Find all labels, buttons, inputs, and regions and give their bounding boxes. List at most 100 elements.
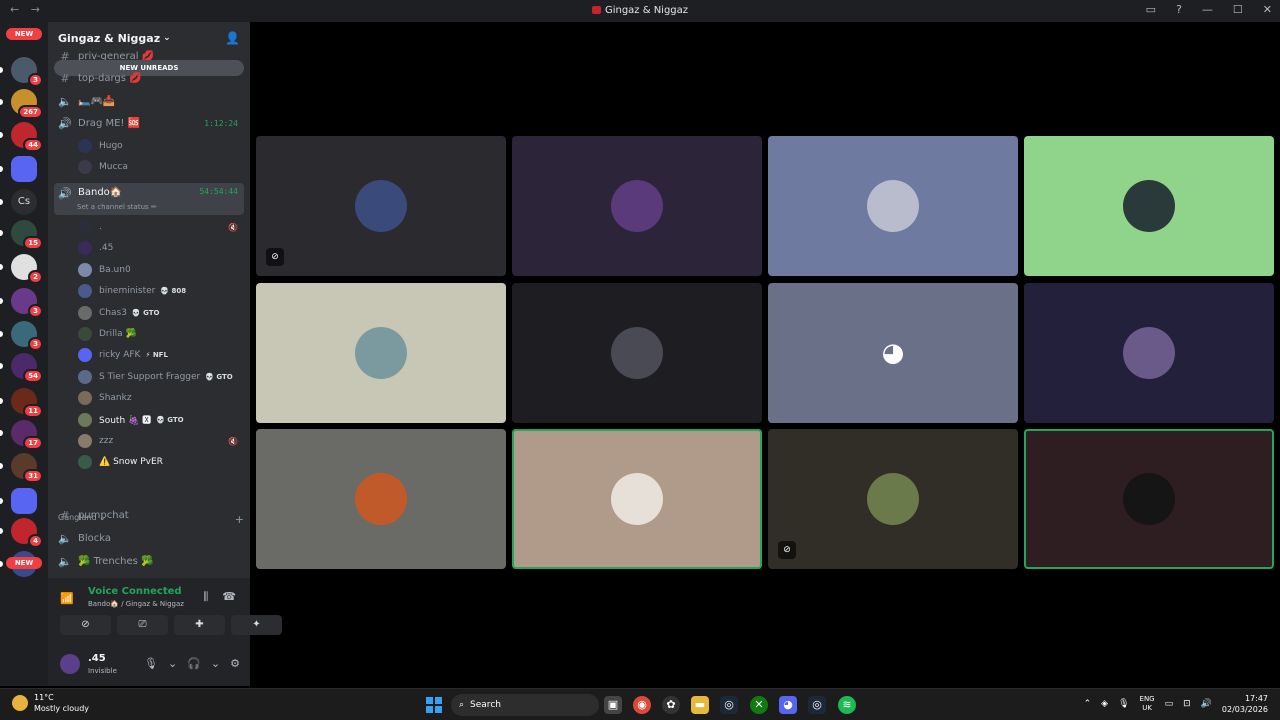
- voice-member[interactable]: Mucca: [78, 157, 244, 177]
- voice-member[interactable]: bineminister 💀 808: [78, 281, 244, 301]
- server-icon[interactable]: 15: [11, 220, 43, 250]
- maximize-icon[interactable]: ☐: [1233, 3, 1243, 16]
- language-indicator[interactable]: ENG UK: [1140, 695, 1155, 713]
- server-icon[interactable]: 3: [11, 57, 43, 87]
- unread-badge: 15: [23, 236, 43, 250]
- disconnect-icon[interactable]: ☎: [222, 590, 236, 604]
- server-icon[interactable]: 11: [11, 388, 43, 418]
- voice-channel-gaming[interactable]: 🔈 🛏️🎮📥: [54, 90, 244, 112]
- chevron-down-icon[interactable]: ⌄: [168, 657, 177, 670]
- participant-tile[interactable]: [768, 136, 1018, 276]
- clock[interactable]: 17:47 02/03/2026: [1222, 693, 1268, 715]
- chevron-up-icon[interactable]: ⌃: [1084, 699, 1092, 709]
- user-area: .45 Invisible 🎙 ⌄ 🎧 ⌄ ⚙: [60, 652, 240, 680]
- server-icon[interactable]: 3: [11, 288, 43, 318]
- server-icon[interactable]: [11, 156, 37, 182]
- microphone-icon[interactable]: 🎙: [144, 657, 158, 670]
- add-member-icon[interactable]: 👤: [225, 31, 240, 45]
- server-icon[interactable]: 31: [11, 453, 43, 483]
- help-icon[interactable]: ?: [1176, 3, 1182, 16]
- voice-member[interactable]: Chas3 💀 GTO: [78, 303, 244, 323]
- spotify-icon[interactable]: ≋: [838, 696, 856, 714]
- voice-member[interactable]: Hugo: [78, 136, 244, 156]
- voice-channel-trenches[interactable]: 🔈 🥦 Trenches 🥦: [54, 550, 244, 572]
- file-explorer-icon[interactable]: ▬: [691, 696, 709, 714]
- steam-icon[interactable]: ◎: [720, 696, 738, 714]
- user-name[interactable]: .45: [88, 653, 106, 664]
- avatar[interactable]: [60, 654, 80, 674]
- new-pill-top[interactable]: NEW: [6, 28, 42, 40]
- voice-channel-drag-me[interactable]: 🔊 Drag ME! 🆘 1:12:24: [54, 112, 244, 134]
- server-icon[interactable]: [11, 488, 37, 514]
- voice-member[interactable]: . 🔇: [78, 217, 244, 237]
- minimize-icon[interactable]: —: [1202, 3, 1213, 16]
- voice-member[interactable]: ricky AFK ⚡ NFL: [78, 345, 244, 365]
- microphone-icon[interactable]: 🎙: [1118, 699, 1129, 709]
- volume-icon[interactable]: 🔊: [1201, 699, 1212, 709]
- participant-tile[interactable]: ⊘: [768, 429, 1018, 569]
- channel-pumpchat[interactable]: # pumpchat: [54, 504, 244, 526]
- chrome-icon[interactable]: ◉: [633, 696, 651, 714]
- member-name: .: [99, 222, 102, 232]
- voice-member[interactable]: ⚠️ Snow PvER: [78, 452, 244, 472]
- participant-tile[interactable]: [256, 429, 506, 569]
- voice-channel-blocka[interactable]: 🔈 Blocka: [54, 527, 244, 549]
- voice-member[interactable]: Ba.un0: [78, 260, 244, 280]
- server-icon[interactable]: Cs: [11, 189, 37, 215]
- chevron-down-icon[interactable]: ⌄: [211, 657, 220, 670]
- participant-tile[interactable]: [256, 282, 506, 423]
- task-view-icon[interactable]: ▣: [604, 696, 622, 714]
- participant-tile[interactable]: [1024, 282, 1274, 423]
- server-icon[interactable]: 3: [11, 321, 43, 351]
- screen-share-button[interactable]: ⎚: [117, 615, 168, 635]
- chatgpt-icon[interactable]: ✿: [662, 696, 680, 714]
- server-icon[interactable]: 4: [11, 518, 43, 548]
- server-icon[interactable]: 54: [11, 353, 43, 383]
- unread-indicator: [0, 430, 3, 436]
- server-icon[interactable]: 267: [11, 89, 43, 119]
- server-icon[interactable]: 17: [11, 420, 43, 450]
- member-name: Shankz: [99, 393, 132, 404]
- camera-button[interactable]: ⊘: [60, 615, 111, 635]
- participant-tile[interactable]: [512, 136, 762, 276]
- signal-icon[interactable]: 📶: [60, 592, 74, 605]
- channel-status[interactable]: Set a channel status ✏: [77, 203, 157, 211]
- network-icon[interactable]: ⊡: [1183, 699, 1191, 709]
- voice-member[interactable]: Drilla 🥦: [78, 324, 244, 344]
- participant-tile[interactable]: [512, 429, 762, 569]
- voice-member[interactable]: S Tier Support Fragger 💀 GTO: [78, 367, 244, 387]
- voice-connected-label[interactable]: Voice Connected: [88, 586, 182, 597]
- xbox-icon[interactable]: ✕: [750, 696, 768, 714]
- new-pill-bottom[interactable]: NEW: [6, 557, 42, 569]
- start-button[interactable]: [426, 697, 442, 713]
- voice-member[interactable]: zzz 🔇: [78, 431, 244, 451]
- unread-indicator: [0, 67, 3, 73]
- soundboard-button[interactable]: ✦: [231, 615, 282, 635]
- noise-suppression-icon[interactable]: ⫼: [203, 590, 208, 604]
- steam-icon[interactable]: ◎: [808, 696, 826, 714]
- gear-icon[interactable]: ⚙: [230, 657, 240, 670]
- activities-button[interactable]: ✚: [174, 615, 225, 635]
- avatar: [611, 473, 663, 525]
- headphones-icon[interactable]: 🎧: [187, 657, 201, 670]
- participant-tile[interactable]: [512, 282, 762, 423]
- participant-tile[interactable]: [1024, 136, 1274, 276]
- monitor-icon[interactable]: ▭: [1165, 699, 1174, 709]
- avatar: [78, 348, 92, 363]
- voice-member[interactable]: Shankz: [78, 388, 244, 408]
- participant-tile[interactable]: [1024, 429, 1274, 569]
- server-icon[interactable]: 44: [11, 122, 43, 152]
- voice-member[interactable]: .45: [78, 238, 244, 258]
- taskbar-search[interactable]: ⌕ Search: [451, 694, 599, 716]
- inbox-icon[interactable]: ▭: [1146, 3, 1156, 16]
- participant-tile[interactable]: ◕: [768, 282, 1018, 423]
- copilot-icon[interactable]: ◈: [1101, 699, 1108, 709]
- channel-top-dargs[interactable]: # top-dargs 💋: [54, 67, 244, 89]
- voice-member[interactable]: South 🍇 🆇 💀 GTO: [78, 410, 244, 430]
- discord-icon[interactable]: ◕: [779, 696, 797, 714]
- participant-tile[interactable]: ⊘: [256, 136, 506, 276]
- avatar: [611, 180, 663, 232]
- voice-location[interactable]: Bando🏠 / Gingaz & Niggaz: [88, 600, 184, 608]
- close-icon[interactable]: ✕: [1263, 3, 1272, 16]
- server-icon[interactable]: 2: [11, 254, 43, 284]
